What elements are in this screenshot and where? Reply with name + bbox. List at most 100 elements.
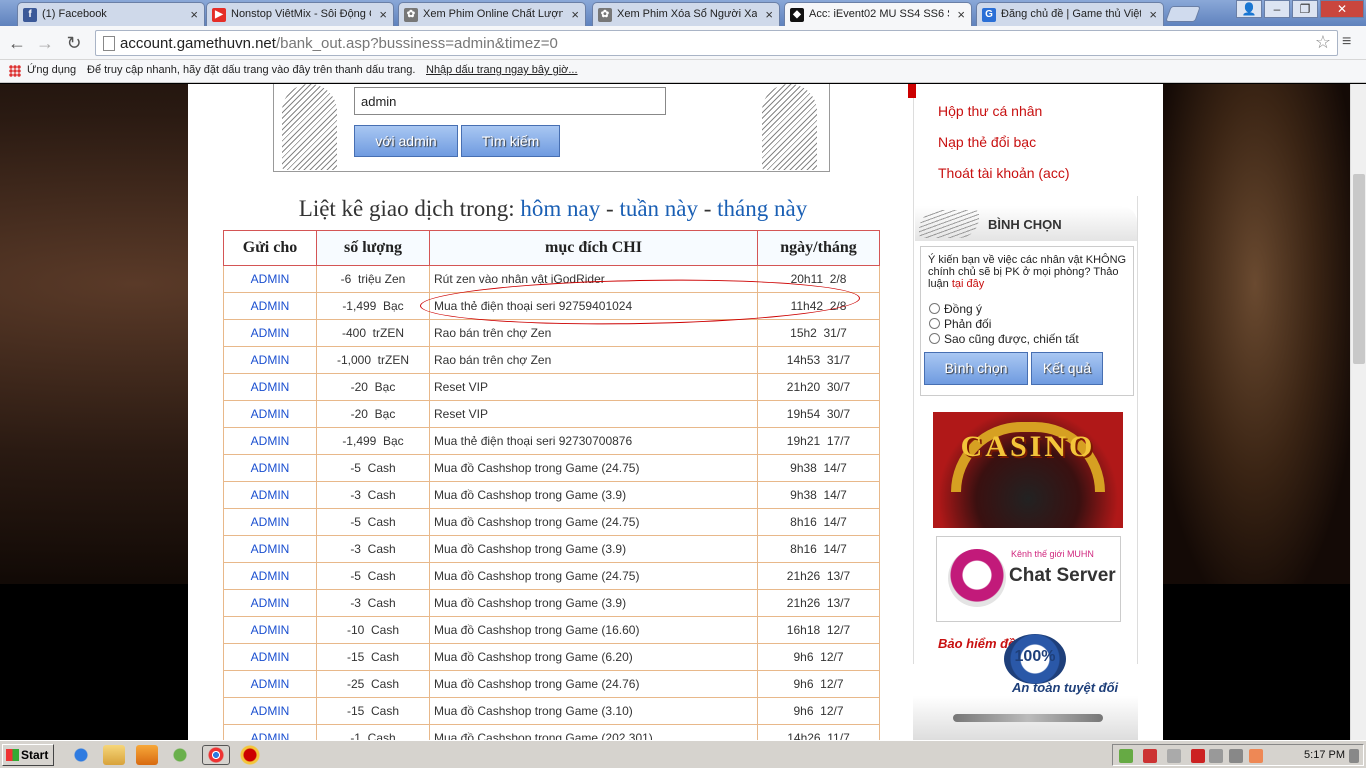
recipient-cell[interactable]: ADMIN: [223, 427, 317, 455]
dragon-icon: [919, 210, 979, 238]
search-button[interactable]: Tìm kiếm: [461, 125, 560, 157]
filter-today-link[interactable]: hôm nay: [520, 196, 600, 221]
browser-tab[interactable]: f (1) Facebook ×: [17, 2, 205, 26]
recipient-cell[interactable]: ADMIN: [223, 643, 317, 671]
vote-option-whatever[interactable]: Sao cũng được, chiến tất: [929, 332, 1079, 346]
recipient-cell[interactable]: ADMIN: [223, 562, 317, 590]
show-desktop-button[interactable]: [1349, 749, 1359, 763]
url-text[interactable]: account.gamethuvn.net/bank_out.asp?bussi…: [120, 35, 558, 52]
browser-tab[interactable]: G Đăng chủ đề | Game thủ Việt ×: [976, 2, 1164, 26]
start-button[interactable]: Start: [2, 744, 54, 766]
vote-option-disagree[interactable]: Phản đối: [929, 317, 991, 331]
table-row: ADMIN -3 Cash Mua đồ Cashshop trong Game (…: [223, 589, 880, 617]
close-tab-icon[interactable]: ×: [957, 7, 965, 22]
column-header: Gửi cho: [223, 230, 317, 266]
purpose-cell: Mua đồ Cashshop trong Game (24.75): [429, 562, 758, 590]
discussion-link[interactable]: tại đây: [952, 278, 984, 290]
table-row: ADMIN -15 Cash Mua đồ Cashshop trong Game …: [223, 697, 880, 725]
radio-button[interactable]: [929, 303, 940, 314]
recipient-cell[interactable]: ADMIN: [223, 697, 317, 725]
tray-person-icon[interactable]: [1143, 749, 1157, 763]
app-icon[interactable]: [169, 745, 191, 765]
vote-option-agree[interactable]: Đồng ý: [929, 302, 982, 316]
page-scrollbar[interactable]: [1350, 84, 1366, 740]
minimize-button[interactable]: –: [1264, 0, 1290, 18]
tray-chat-icon[interactable]: [1249, 749, 1263, 763]
table-row: ADMIN -25 Cash Mua đồ Cashshop trong Game …: [223, 670, 880, 698]
apps-icon[interactable]: [9, 65, 21, 77]
apps-label[interactable]: Ứng dụng: [27, 64, 76, 76]
close-tab-icon[interactable]: ×: [190, 7, 198, 22]
recipient-cell[interactable]: ADMIN: [223, 373, 317, 401]
search-panel: với admin Tìm kiếm: [273, 84, 830, 172]
recipient-cell[interactable]: ADMIN: [223, 589, 317, 617]
table-row: ADMIN -1,000 trZEN Rao bán trên chợ Zen 14h…: [223, 346, 880, 374]
browser-tab[interactable]: ✿ Xem Phim Online Chất Lượng ×: [398, 2, 586, 26]
insurance-banner[interactable]: Bảo hiểm đồ 100% An toàn tuyệt đối: [936, 632, 1121, 696]
table-row: ADMIN -15 Cash Mua đồ Cashshop trong Game …: [223, 643, 880, 671]
browser-tab[interactable]: ▶ Nonstop ViêtMix - Sôi Động C ×: [206, 2, 394, 26]
filter-month-link[interactable]: tháng này: [717, 196, 807, 221]
ie-icon[interactable]: [70, 745, 92, 765]
close-tab-icon[interactable]: ×: [571, 7, 579, 22]
close-window-button[interactable]: ✕: [1320, 0, 1364, 18]
chrome-menu-icon[interactable]: ≡: [1342, 33, 1351, 51]
chrome-icon[interactable]: [202, 745, 230, 765]
tray-app-icon[interactable]: [1119, 749, 1133, 763]
tray-v-icon[interactable]: [1191, 749, 1205, 763]
recipient-cell[interactable]: ADMIN: [223, 292, 317, 320]
volume-icon[interactable]: [1229, 749, 1243, 763]
recipient-cell[interactable]: ADMIN: [223, 724, 317, 740]
tray-flag-icon[interactable]: [1167, 749, 1181, 763]
casino-banner[interactable]: CASINO: [933, 412, 1123, 528]
radio-button[interactable]: [929, 318, 940, 329]
game-icon[interactable]: [236, 745, 264, 765]
inbox-link[interactable]: Hộp thư cá nhân: [938, 103, 1042, 119]
radio-button[interactable]: [929, 333, 940, 344]
recipient-cell[interactable]: ADMIN: [223, 481, 317, 509]
amount-cell: -1,000 trZEN: [316, 346, 430, 374]
forward-icon[interactable]: →: [34, 32, 56, 54]
recipient-cell[interactable]: ADMIN: [223, 616, 317, 644]
chat-server-banner[interactable]: Kênh thế giới MUHN Chat Server: [936, 536, 1121, 622]
purpose-cell: Mua đồ Cashshop trong Game (3.9): [429, 481, 758, 509]
recipient-cell[interactable]: ADMIN: [223, 346, 317, 374]
browser-tab[interactable]: ◆ Acc: iEvent02 MU SS4 SS6 S ×: [784, 2, 972, 26]
column-header: số lượng: [316, 230, 430, 266]
search-input[interactable]: [354, 87, 666, 115]
scrollbar-thumb[interactable]: [1353, 174, 1365, 364]
recipient-cell[interactable]: ADMIN: [223, 400, 317, 428]
purpose-cell: Mua đồ Cashshop trong Game (24.75): [429, 454, 758, 482]
restore-button[interactable]: ❐: [1292, 0, 1318, 18]
topup-link[interactable]: Nạp thẻ đổi bạc: [938, 134, 1036, 150]
recipient-cell[interactable]: ADMIN: [223, 319, 317, 347]
import-bookmarks-link[interactable]: Nhập dấu trang ngay bây giờ...: [426, 64, 578, 76]
close-tab-icon[interactable]: ×: [765, 7, 773, 22]
close-tab-icon[interactable]: ×: [1149, 7, 1157, 22]
browser-tab[interactable]: ✿ Xem Phim Xóa Sổ Người Xay ×: [592, 2, 780, 26]
tray-monitor-icon[interactable]: [1209, 749, 1223, 763]
amount-cell: -5 Cash: [316, 454, 430, 482]
new-tab-button[interactable]: [1165, 6, 1201, 22]
folder-icon[interactable]: [103, 745, 125, 765]
filter-week-link[interactable]: tuần này: [619, 196, 698, 221]
media-player-icon[interactable]: [136, 745, 158, 765]
purpose-cell: Mua đồ Cashshop trong Game (3.10): [429, 697, 758, 725]
address-bar[interactable]: account.gamethuvn.net/bank_out.asp?bussi…: [95, 30, 1338, 56]
results-button[interactable]: Kết quả: [1031, 352, 1103, 385]
logout-link[interactable]: Thoát tài khoản (acc): [938, 165, 1070, 181]
knight-illustration-right: [762, 84, 817, 170]
recipient-cell[interactable]: ADMIN: [223, 265, 317, 293]
recipient-cell[interactable]: ADMIN: [223, 454, 317, 482]
recipient-cell[interactable]: ADMIN: [223, 535, 317, 563]
recipient-cell[interactable]: ADMIN: [223, 508, 317, 536]
profile-icon[interactable]: 👤: [1236, 0, 1262, 18]
recipient-cell[interactable]: ADMIN: [223, 670, 317, 698]
bookmark-star-icon[interactable]: ☆: [1315, 32, 1331, 53]
vote-button[interactable]: Bình chọn: [924, 352, 1028, 385]
taskbar: Start 5:17 PM: [0, 740, 1366, 768]
reload-icon[interactable]: ↻: [63, 32, 85, 54]
with-admin-button[interactable]: với admin: [354, 125, 458, 157]
back-icon[interactable]: ←: [6, 32, 28, 54]
close-tab-icon[interactable]: ×: [379, 7, 387, 22]
